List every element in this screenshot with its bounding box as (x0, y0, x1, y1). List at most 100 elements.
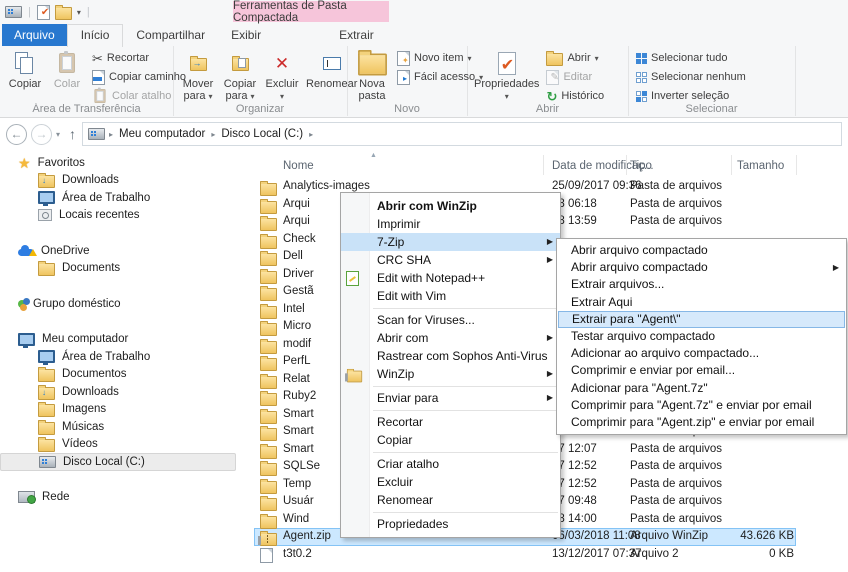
submenu-item-comprimir-e-enviar-por-email[interactable]: Comprimir e enviar por email... (557, 362, 846, 379)
selecionar-tudo-button[interactable]: Selecionar tudo (636, 49, 746, 67)
quick-access-dropdown-caret[interactable]: ▾ (77, 8, 81, 17)
ribbon-group-items: ✔Propriedades▾Abrir▾✎Editar↻Histórico (467, 47, 628, 103)
submenu-item-adicionar-ao-arquivo-compactado[interactable]: Adicionar ao arquivo compactado... (557, 345, 846, 362)
file-name: Agent.zip (283, 530, 331, 542)
context-menu-item-7-zip[interactable]: 7-Zip▶ (341, 233, 560, 251)
sidebar-item-rea-de-trabalho[interactable]: Área de Trabalho (0, 348, 240, 366)
file-type: Pasta de arquivos (630, 478, 722, 490)
context-menu-item-edit-with-notepad[interactable]: Edit with Notepad++ (341, 269, 560, 287)
copiar-para-button[interactable]: Copiarpara ▾ (220, 47, 260, 104)
sidebar-item-onedrive[interactable]: OneDrive (0, 242, 240, 260)
ribbon-group-label: Novo (347, 103, 467, 116)
submenu-item-testar-arquivo-compactado[interactable]: Testar arquivo compactado (557, 328, 846, 345)
submenu-item-abrir-arquivo-compactado[interactable]: Abrir arquivo compactado (557, 242, 846, 259)
folder-icon (260, 478, 277, 494)
folder-icon (260, 215, 277, 231)
sidebar-item-v-deos[interactable]: Vídeos (0, 436, 240, 454)
sidebar-item-rede[interactable]: Rede (0, 489, 240, 507)
breadcrumb-item-meu-computador[interactable]: Meu computador (117, 128, 207, 140)
colar-button[interactable]: Colar (47, 47, 87, 91)
sidebar-item-meu-computador[interactable]: Meu computador (0, 331, 240, 349)
properties-quick-icon[interactable]: ✔ (37, 5, 50, 20)
copiar-caminho-button[interactable]: Copiar caminho (92, 68, 186, 86)
up-button[interactable]: ↑ (69, 126, 76, 142)
breadcrumb-item-disco-local-c[interactable]: Disco Local (C:) (219, 128, 305, 140)
context-menu-item-abrir-com-winzip[interactable]: Abrir com WinZip (341, 197, 560, 215)
sidebar-item-label: OneDrive (41, 245, 90, 257)
context-menu-item-edit-with-vim[interactable]: Edit with Vim (341, 287, 560, 305)
tab-extrair[interactable]: Extrair (326, 24, 387, 46)
context-menu-item-abrir-com[interactable]: Abrir com▶ (341, 329, 560, 347)
submenu-item-comprimir-para-agent-7z-e-enviar-por-email[interactable]: Comprimir para "Agent.7z" e enviar por e… (557, 397, 846, 414)
back-button[interactable]: ← (6, 124, 27, 145)
history-dropdown-caret[interactable]: ▾ (56, 130, 60, 139)
ribbon-group-label: Selecionar (628, 103, 795, 116)
context-menu-item-copiar[interactable]: Copiar (341, 431, 560, 449)
abrir-button[interactable]: Abrir▾ (546, 49, 604, 67)
file-name: Smart (283, 443, 314, 455)
sidebar-item-locais-recentes[interactable]: Locais recentes (0, 207, 240, 225)
context-menu-item-crc-sha[interactable]: CRC SHA▶ (341, 251, 560, 269)
nova-pasta-button[interactable]: Novapasta (352, 47, 392, 103)
sidebar-item-grupo-dom-stico[interactable]: Grupo doméstico (0, 295, 240, 313)
button-label: Inverter seleção (651, 90, 729, 102)
submenu-item-extrair-para-agent[interactable]: Extrair para "Agent\" (558, 311, 845, 328)
sidebar-item-documentos[interactable]: Documentos (0, 366, 240, 384)
tab-in-cio[interactable]: Início (67, 24, 124, 47)
context-menu-item-renomear[interactable]: Renomear (341, 491, 560, 509)
sidebar-item-disco-local-c[interactable]: Disco Local (C:) (0, 453, 236, 471)
forward-button[interactable]: → (31, 124, 52, 145)
window-drive-icon (5, 6, 22, 18)
file-size: 0 KB (700, 548, 794, 560)
submenu-item-adicionar-para-agent-7z[interactable]: Adicionar para "Agent.7z" (557, 380, 846, 397)
menu-item-label: Abrir com WinZip (377, 199, 477, 213)
sidebar-item-imagens[interactable]: Imagens (0, 401, 240, 419)
propriedades-button[interactable]: ✔Propriedades▾ (472, 47, 541, 104)
context-menu-item-criar-atalho[interactable]: Criar atalho (341, 455, 560, 473)
context-menu-item-imprimir[interactable]: Imprimir (341, 215, 560, 233)
file-type: Pasta de arquivos (630, 215, 722, 227)
breadcrumb[interactable]: ▸Meu computador▸Disco Local (C:)▸ (82, 122, 842, 146)
sidebar-item-downloads[interactable]: ↓Downloads (0, 172, 240, 190)
context-menu-item-recortar[interactable]: Recortar (341, 413, 560, 431)
tab-arquivo[interactable]: Arquivo (2, 24, 67, 46)
mover-para-button[interactable]: →Moverpara ▾ (178, 47, 218, 104)
submenu-item-extrair-arquivos[interactable]: Extrair arquivos... (557, 276, 846, 293)
file-name: Arqui (283, 198, 310, 210)
recortar-button[interactable]: ✂Recortar (92, 49, 186, 67)
sidebar-item-downloads[interactable]: ↓Downloads (0, 383, 240, 401)
context-menu-item-enviar-para[interactable]: Enviar para▶ (341, 389, 560, 407)
context-menu-item-rastrear-com-sophos-anti-virus[interactable]: Rastrear com Sophos Anti-Virus (341, 347, 560, 365)
star-icon: ★ (18, 156, 31, 170)
context-menu-item-scan-for-viruses[interactable]: Scan for Viruses... (341, 311, 560, 329)
sidebar-item-rea-de-trabalho[interactable]: Área de Trabalho (0, 189, 240, 207)
context-menu-item-propriedades[interactable]: Propriedades (341, 515, 560, 533)
sidebar-item-documents[interactable]: Documents (0, 260, 240, 278)
submenu-item-extrair-aqui[interactable]: Extrair Aqui (557, 294, 846, 311)
file-name: Arqui (283, 215, 310, 227)
submenu-item-comprimir-para-agent-zip-e-enviar-por-email[interactable]: Comprimir para "Agent.zip" e enviar por … (557, 414, 846, 431)
copiar-button[interactable]: Copiar (5, 47, 45, 91)
sidebar-item-m-sicas[interactable]: Músicas (0, 418, 240, 436)
context-menu-item-winzip[interactable]: WinZip▶ (341, 365, 560, 383)
file-date-modified: 25/09/2017 09:36 (552, 180, 642, 192)
folder-quick-icon[interactable] (55, 4, 72, 20)
tab-compartilhar[interactable]: Compartilhar (123, 24, 218, 46)
sidebar-item-favoritos[interactable]: ★Favoritos (0, 154, 240, 172)
button-label: pasta (359, 90, 386, 102)
column-header-tamanho[interactable]: Tamanho (737, 160, 784, 172)
tab-exibir[interactable]: Exibir (218, 24, 274, 46)
column-header-nome[interactable]: Nome (283, 160, 314, 172)
column-header-tipo[interactable]: Tipo (630, 160, 652, 172)
file-row-t3t0-2[interactable]: t3t0.213/12/2017 07:37Arquivo 20 KB (240, 546, 848, 564)
folder-icon (260, 443, 277, 459)
submenu-arrow-icon: ▶ (833, 259, 839, 276)
excluir-button[interactable]: ✕Excluir▾ (262, 47, 302, 104)
submenu-item-abrir-arquivo-compactado[interactable]: Abrir arquivo compactado▶ (557, 259, 846, 276)
editar-button[interactable]: ✎Editar (546, 68, 604, 86)
folder-icon (260, 495, 277, 511)
select-all-icon (636, 53, 647, 64)
column-divider (626, 155, 627, 175)
context-menu-item-excluir[interactable]: Excluir (341, 473, 560, 491)
selecionar-nenhum-button[interactable]: Selecionar nenhum (636, 68, 746, 86)
